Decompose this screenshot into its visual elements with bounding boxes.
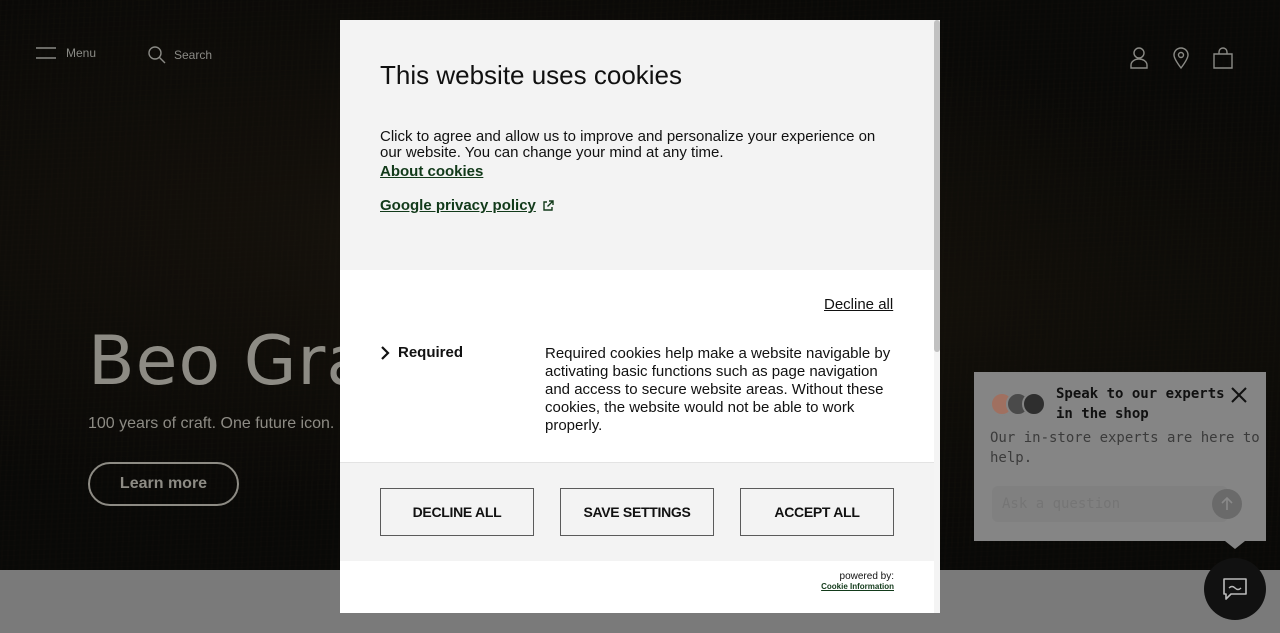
chat-title: Speak to our experts in the shop: [1056, 386, 1225, 422]
learn-more-button[interactable]: Learn more: [88, 462, 239, 506]
menu-button[interactable]: Menu: [36, 46, 96, 60]
send-button[interactable]: [1212, 489, 1242, 519]
cookie-dialog-title: This website uses cookies: [380, 60, 683, 90]
search-icon: [148, 46, 166, 64]
cookie-dialog-header: This website uses cookies Click to agree…: [340, 20, 934, 270]
account-icon[interactable]: [1128, 46, 1150, 70]
hero-subtitle: 100 years of craft. One future icon.: [88, 415, 335, 432]
chat-description: Our in-store experts are here to help.: [990, 430, 1260, 466]
decline-all-button[interactable]: DECLINE ALL: [380, 488, 534, 536]
dialog-scrollbar[interactable]: [934, 20, 940, 613]
cookie-actions-bar: DECLINE ALL SAVE SETTINGS ACCEPT ALL: [340, 463, 934, 561]
privacy-link-label: Google privacy policy: [380, 197, 536, 214]
chevron-right-icon: [381, 345, 390, 360]
external-link-icon: [543, 199, 554, 211]
cookie-information-link[interactable]: Cookie Information: [780, 582, 894, 592]
store-locator-icon[interactable]: [1170, 46, 1192, 70]
chat-question-input[interactable]: [992, 486, 1228, 522]
required-category-label: Required: [398, 344, 464, 361]
close-icon[interactable]: [1230, 386, 1248, 404]
expert-avatars: [990, 392, 1048, 418]
chat-bubble-icon: [1223, 578, 1247, 600]
cookie-intro-text: Click to agree and allow us to improve a…: [380, 128, 876, 161]
save-settings-button[interactable]: SAVE SETTINGS: [560, 488, 714, 536]
about-cookies-link[interactable]: About cookies: [380, 163, 483, 180]
chat-pointer: [1225, 541, 1245, 549]
hamburger-icon: [36, 47, 56, 59]
chat-widget: Speak to our experts in the shop Our in-…: [974, 372, 1266, 541]
avatar: [1022, 392, 1046, 416]
search-button[interactable]: Search: [148, 46, 212, 64]
decline-all-link[interactable]: Decline all: [824, 296, 893, 313]
required-category-description: Required cookies help make a website nav…: [545, 345, 891, 434]
powered-by-label: powered by:: [839, 571, 894, 582]
cookie-consent-dialog: This website uses cookies Click to agree…: [340, 20, 940, 613]
menu-label: Menu: [66, 46, 97, 60]
nav-utility-icons: [1128, 46, 1234, 70]
accept-all-button[interactable]: ACCEPT ALL: [740, 488, 894, 536]
cart-icon[interactable]: [1212, 46, 1234, 70]
arrow-up-icon: [1221, 497, 1233, 510]
search-label: Search: [174, 48, 213, 62]
scrollbar-thumb[interactable]: [934, 20, 940, 352]
google-privacy-policy-link[interactable]: Google privacy policy: [380, 197, 554, 214]
chat-launcher-button[interactable]: [1204, 558, 1266, 620]
powered-by: powered by: Cookie Information: [780, 572, 894, 592]
required-category-toggle[interactable]: Required: [380, 344, 463, 361]
